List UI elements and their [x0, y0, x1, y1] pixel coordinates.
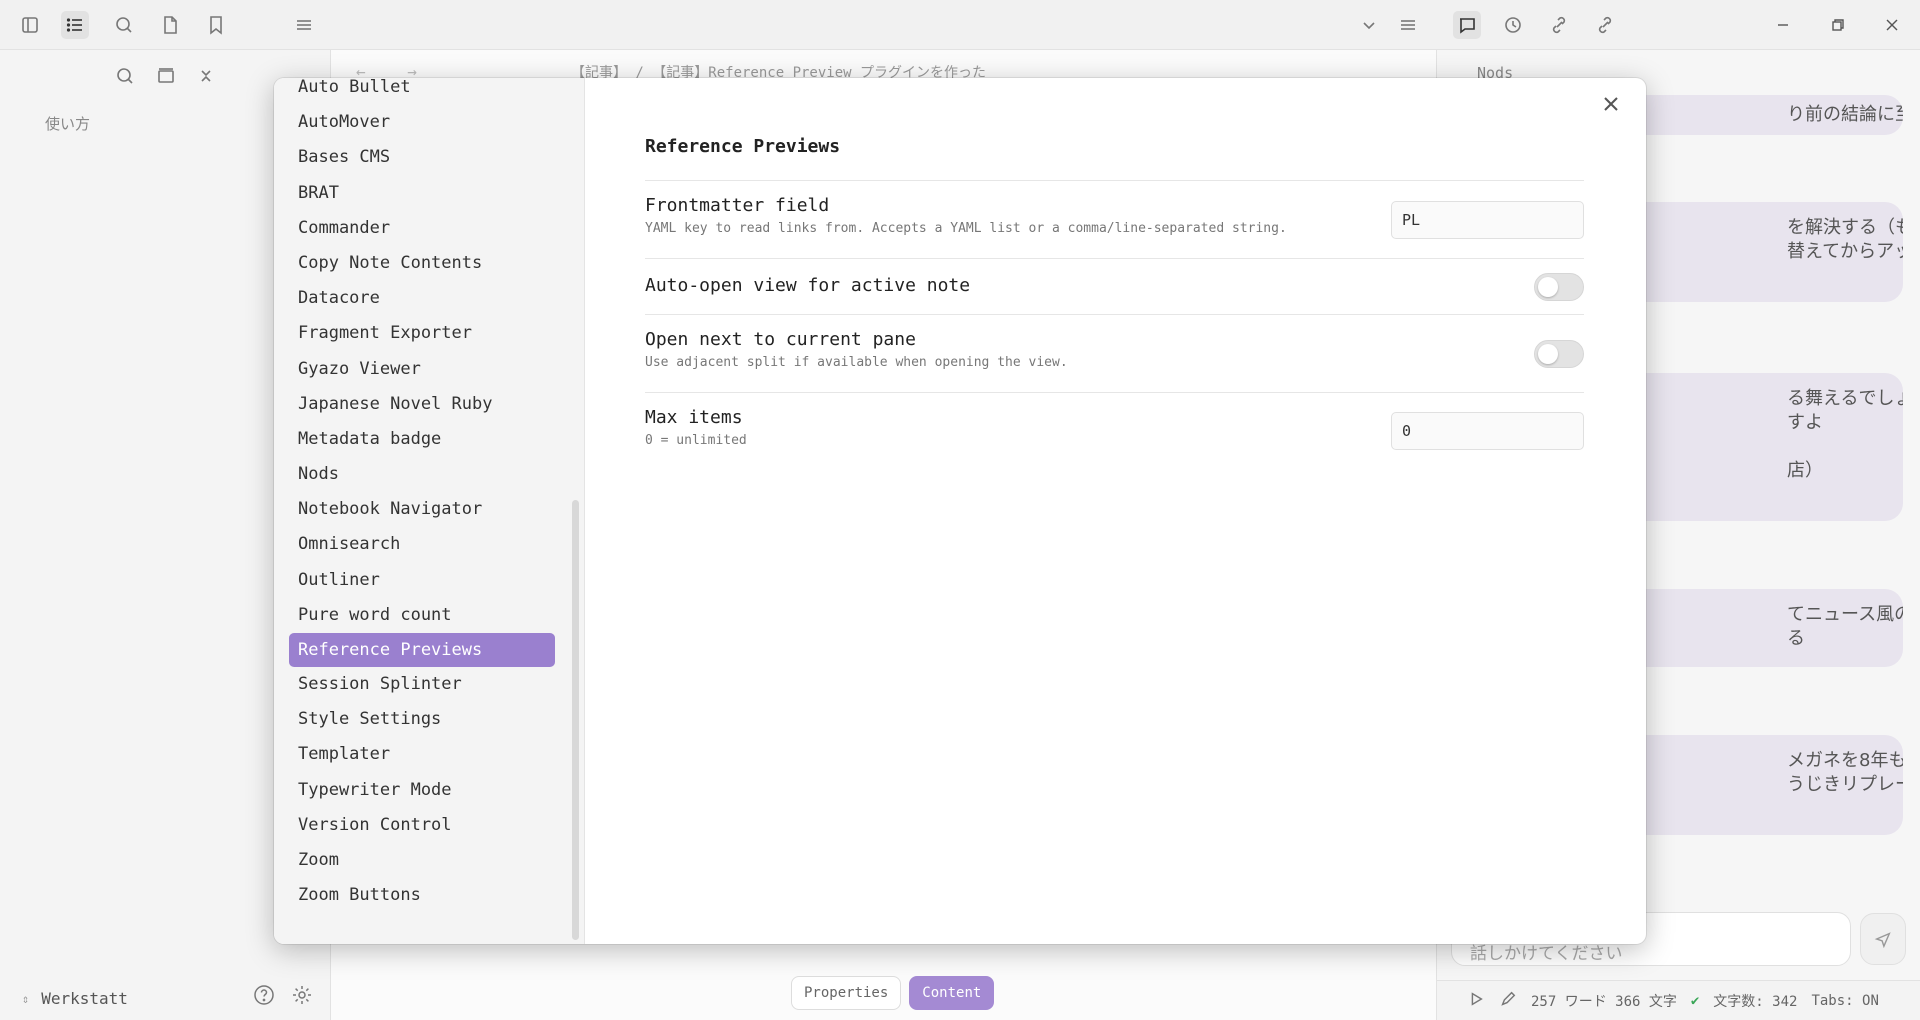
- toggle-knob: [1538, 276, 1558, 297]
- frontmatter-field-input[interactable]: PL: [1391, 200, 1584, 239]
- max-items-input[interactable]: 0: [1391, 411, 1584, 450]
- nav-item[interactable]: Notebook Navigator: [289, 492, 555, 527]
- nav-item[interactable]: Zoom Buttons: [289, 878, 555, 913]
- settings-content: Reference Previews Frontmatter field YAM…: [585, 78, 1646, 944]
- nav-item[interactable]: Commander: [289, 211, 555, 246]
- setting-max-items: Max items 0 = unlimited 0: [645, 392, 1584, 468]
- setting-frontmatter: Frontmatter field YAML key to read links…: [645, 180, 1584, 258]
- nav-item[interactable]: Datacore: [289, 281, 555, 316]
- nav-item[interactable]: Outliner: [289, 563, 555, 598]
- nav-item[interactable]: Japanese Novel Ruby: [289, 387, 555, 422]
- settings-heading: Reference Previews: [645, 136, 841, 157]
- nav-item[interactable]: Style Settings: [289, 702, 555, 737]
- nav-item[interactable]: Reference Previews: [289, 633, 555, 667]
- nav-item[interactable]: Gyazo Viewer: [289, 352, 555, 387]
- nav-item[interactable]: Copy Note Contents: [289, 246, 555, 281]
- nav-item[interactable]: Auto Bullet: [289, 78, 555, 105]
- nav-item[interactable]: Bases CMS: [289, 140, 555, 175]
- nav-item[interactable]: Zoom: [289, 843, 555, 878]
- nav-item[interactable]: Pure word count: [289, 598, 555, 633]
- nav-item[interactable]: Templater: [289, 737, 555, 772]
- setting-open-next: Open next to current pane Use adjacent s…: [645, 314, 1584, 392]
- nav-item[interactable]: AutoMover: [289, 105, 555, 140]
- setting-auto-open: Auto-open view for active note: [645, 258, 1584, 314]
- setting-name: Auto-open view for active note: [645, 275, 971, 296]
- settings-nav: Auto Bullet AutoMover Bases CMS BRAT Command…: [274, 78, 585, 944]
- plugin-list: Auto Bullet AutoMover Bases CMS BRAT Command…: [289, 78, 555, 913]
- nav-item[interactable]: Fragment Exporter: [289, 316, 555, 351]
- nav-item[interactable]: Nods: [289, 457, 555, 492]
- toggle-knob: [1538, 343, 1558, 364]
- nav-item[interactable]: Session Splinter: [289, 667, 555, 702]
- nav-item[interactable]: Typewriter Mode: [289, 773, 555, 808]
- nav-item[interactable]: Omnisearch: [289, 527, 555, 562]
- nav-item[interactable]: Metadata badge: [289, 422, 555, 457]
- settings-modal: Auto Bullet AutoMover Bases CMS BRAT Command…: [274, 78, 1646, 944]
- open-next-toggle[interactable]: [1534, 339, 1584, 368]
- auto-open-toggle[interactable]: [1534, 272, 1584, 301]
- nav-scrollbar[interactable]: [572, 500, 579, 940]
- nav-item[interactable]: BRAT: [289, 176, 555, 211]
- setting-name: Open next to current pane: [645, 329, 916, 350]
- setting-desc: Use adjacent split if available when ope…: [645, 355, 1068, 370]
- close-icon[interactable]: [1596, 89, 1626, 119]
- nav-item[interactable]: Version Control: [289, 808, 555, 843]
- settings-list: Frontmatter field YAML key to read links…: [645, 180, 1584, 468]
